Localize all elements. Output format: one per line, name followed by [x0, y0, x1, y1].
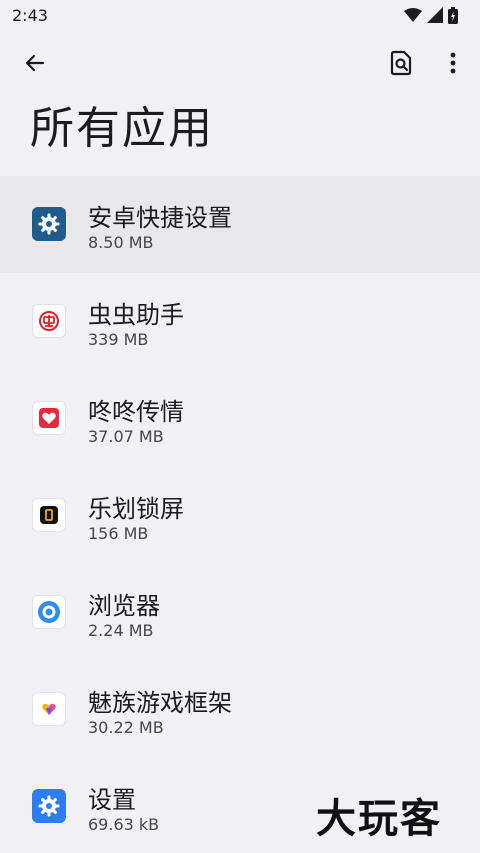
gear-icon [32, 207, 66, 241]
app-size: 339 MB [88, 330, 149, 349]
app-item-browser[interactable]: 浏览器 2.24 MB [0, 564, 480, 661]
search-in-app-button[interactable] [380, 42, 422, 84]
app-size: 2.24 MB [88, 621, 154, 640]
app-item-chongchong[interactable]: 虫虫助手 339 MB [0, 273, 480, 370]
heart-icon [32, 401, 66, 435]
search-document-icon [390, 50, 412, 76]
app-size: 30.22 MB [88, 718, 164, 737]
app-name: 设置 [88, 786, 136, 814]
more-vert-icon [450, 52, 456, 74]
app-name: 虫虫助手 [88, 301, 184, 329]
app-item-lehua-lockscreen[interactable]: 乐划锁屏 156 MB [0, 467, 480, 564]
back-button[interactable] [14, 42, 56, 84]
app-item-dongdong[interactable]: 咚咚传情 37.07 MB [0, 370, 480, 467]
app-item-android-quick-settings[interactable]: 安卓快捷设置 8.50 MB [0, 176, 480, 273]
settings-icon [32, 789, 66, 823]
wifi-icon [404, 8, 422, 22]
app-bar [0, 40, 480, 86]
lock-screen-icon [32, 498, 66, 532]
app-item-meizu-game-framework[interactable]: 魅族游戏框架 30.22 MB [0, 661, 480, 758]
status-icons [404, 6, 458, 24]
app-size: 8.50 MB [88, 233, 154, 252]
status-bar: 2:43 [0, 0, 480, 30]
page-title: 所有应用 [30, 103, 214, 154]
app-name: 安卓快捷设置 [88, 204, 232, 232]
arrow-back-icon [25, 54, 45, 72]
app-size: 156 MB [88, 524, 149, 543]
app-name: 魅族游戏框架 [88, 689, 232, 717]
app-name: 乐划锁屏 [88, 495, 184, 523]
app-name: 咚咚传情 [88, 398, 184, 426]
status-time: 2:43 [12, 5, 48, 25]
watermark-logo: 大玩客 [316, 795, 442, 842]
game-framework-icon [32, 692, 66, 726]
signal-icon [427, 7, 443, 23]
app-size: 69.63 kB [88, 815, 160, 834]
more-options-button[interactable] [432, 42, 474, 84]
chongchong-logo-icon [32, 304, 66, 338]
browser-icon [32, 595, 66, 629]
battery-icon [448, 6, 458, 24]
app-name: 浏览器 [88, 592, 160, 620]
app-list: 安卓快捷设置 8.50 MB 虫虫助手 339 MB 咚咚传情 37.07 MB [0, 176, 480, 853]
app-size: 37.07 MB [88, 427, 164, 446]
